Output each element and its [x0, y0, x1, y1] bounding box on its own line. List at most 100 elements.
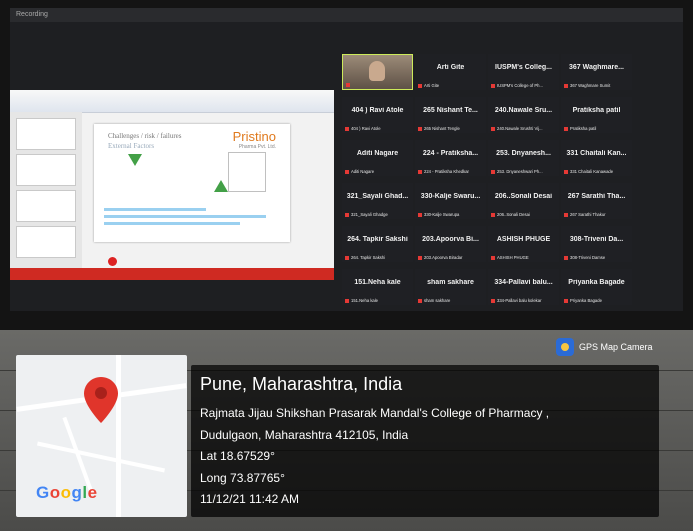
mic-muted-icon	[491, 212, 495, 217]
logo-subtitle: Pharma Pvt. Ltd.	[238, 144, 276, 150]
participant-tile[interactable]: 404 ) Ravi Atole 404 ) Ravi Atole	[342, 97, 413, 133]
mic-muted-icon	[564, 255, 568, 260]
participant-tile[interactable]: 240.Nawale Sru... 240.Nawale Srushti Vij.…	[488, 97, 559, 133]
participant-label: 321_Sayali Ghadge	[345, 212, 411, 217]
participant-label-text: Aditi Nagare	[351, 169, 375, 174]
factors-box	[228, 152, 266, 192]
participant-label: 151.Neha kale	[345, 298, 411, 303]
participant-label-text: Priyanka Bagade	[570, 298, 602, 303]
gps-camera-badge: GPS Map Camera	[556, 337, 653, 357]
slide-thumbnail[interactable]	[16, 118, 76, 150]
participant-name: ASHISH PHUGE	[496, 236, 551, 243]
slide-bullets	[104, 208, 274, 234]
participant-tile[interactable]: Priyanka Bagade Priyanka Bagade	[561, 269, 632, 305]
participant-name: 265 Nishant Te...	[423, 107, 478, 114]
participant-label: 203.Apoorva Biradar	[418, 255, 484, 260]
company-logo: Pristino Pharma Pvt. Ltd.	[233, 129, 276, 150]
participant-tile[interactable]: sham sakhare sham sakhare	[415, 269, 486, 305]
participant-label: ASHISH PHUGE	[491, 255, 557, 260]
mic-muted-icon	[564, 83, 568, 88]
participant-label-text: 331 Chaitali Kanawade	[570, 169, 614, 174]
photo-scene: Recording Challenges / risk / failures E…	[0, 0, 693, 531]
participant-tile[interactable]: ASHISH PHUGE ASHISH PHUGE	[488, 226, 559, 262]
participant-label-text: 240.Nawale Srushti Vij...	[497, 126, 543, 131]
participant-name: 253. Dnyanesh...	[496, 150, 551, 157]
map-pin-icon	[84, 377, 118, 423]
participant-tile[interactable]: 321_Sayali Ghad... 321_Sayali Ghadge	[342, 183, 413, 219]
participant-tile[interactable]: Aditi Nagare Aditi Nagare	[342, 140, 413, 176]
participant-name: Pratiksha patil	[572, 107, 621, 114]
participant-tile[interactable]: 367 Waghmare... 367 Waghmare Sumit	[561, 54, 632, 90]
participant-tile[interactable]: 206..Sonali Desai 206..Sonali Desai	[488, 183, 559, 219]
bullet-line	[104, 222, 240, 225]
participant-name: Arti Gite	[436, 64, 465, 71]
participant-tile[interactable]: Arti Gite Arti Gite	[415, 54, 486, 90]
window-titlebar: Recording	[10, 8, 683, 22]
participant-label-text: 404 ) Ravi Atole	[351, 126, 381, 131]
participant-label: 265 Nishant Tengle	[418, 126, 484, 131]
participant-name: 367 Waghmare...	[569, 64, 624, 71]
participant-name: Priyanka Bagade	[568, 279, 625, 286]
mic-muted-icon	[345, 298, 349, 303]
participant-video-feed	[369, 61, 385, 81]
participant-tile[interactable]: 331 Chaitali Kan... 331 Chaitali Kanawade	[561, 140, 632, 176]
participant-tile[interactable]: 253. Dnyanesh... 253. Dnyaneshwari Ph...	[488, 140, 559, 176]
up-arrow-icon	[214, 180, 228, 192]
participant-tile[interactable]: 203.Apoorva Bi... 203.Apoorva Biradar	[415, 226, 486, 262]
logo-wordmark: Pristino	[232, 129, 276, 144]
mic-muted-icon	[345, 169, 349, 174]
participant-tile[interactable]: 224 - Pratiksha... 224 - Pratiksha Khedka…	[415, 140, 486, 176]
participant-label: Aditi Nagare	[345, 169, 411, 174]
participant-label-text: 367 Waghmare Sumit	[570, 83, 611, 88]
participant-label	[346, 82, 410, 87]
mic-muted-icon	[491, 83, 495, 88]
google-logo: Google	[36, 483, 98, 503]
participant-label: 330-Kalje Swarupa	[418, 212, 484, 217]
participant-name: IUSPM's Colleg...	[495, 64, 552, 71]
participant-label-text: 334-Pallavi balu kolekar	[497, 298, 542, 303]
location-map: Google	[16, 355, 187, 517]
participant-tile[interactable]: Pratiksha patil Pratiksha patil	[561, 97, 632, 133]
participant-tile[interactable]: 264. Tapkir Sakshi 264. Tapkir Sakshi	[342, 226, 413, 262]
participant-label-text: 203.Apoorva Biradar	[424, 255, 463, 260]
participant-label: 264. Tapkir Sakshi	[345, 255, 411, 260]
mic-muted-icon	[418, 212, 422, 217]
slide-thumbnail[interactable]	[16, 190, 76, 222]
latitude: Lat 18.67529°	[200, 449, 275, 463]
participant-name: 331 Chaitali Kan...	[566, 150, 627, 157]
participant-tile[interactable]: 265 Nishant Te... 265 Nishant Tengle	[415, 97, 486, 133]
participant-tile[interactable]: 308-Triveni Da... 308-Triveni Damse	[561, 226, 632, 262]
slide-thumbnail[interactable]	[16, 226, 76, 258]
down-arrow-icon	[128, 154, 142, 166]
participant-label-text: 151.Neha kale	[351, 298, 379, 303]
mic-muted-icon	[564, 212, 568, 217]
slide-thumbnail[interactable]	[16, 154, 76, 186]
participant-name: 224 - Pratiksha...	[422, 150, 479, 157]
participant-tile[interactable]: 334-Pallavi balu... 334-Pallavi balu kole…	[488, 269, 559, 305]
participant-tile[interactable]: 267 Sarathi Tha... 267 Sarathi Thakur	[561, 183, 632, 219]
participant-name: 330-Kalje Swaru...	[420, 193, 481, 200]
slide-title: Challenges / risk / failures External Fa…	[108, 132, 181, 150]
participant-label: 253. Dnyaneshwari Ph...	[491, 169, 557, 174]
participant-label: 267 Sarathi Thakur	[564, 212, 630, 217]
participant-label-text: 224 - Pratiksha Khedkar	[424, 169, 469, 174]
slide-subtitle: External Factors	[108, 142, 155, 150]
map-road	[37, 441, 165, 473]
slide-canvas: Challenges / risk / failures External Fa…	[94, 124, 290, 242]
slide-thumbnails	[10, 112, 82, 280]
participant-tile[interactable]: 151.Neha kale 151.Neha kale	[342, 269, 413, 305]
participant-name: 308-Triveni Da...	[569, 236, 624, 243]
participant-name: 267 Sarathi Tha...	[567, 193, 626, 200]
participant-name: 240.Nawale Sru...	[494, 107, 553, 114]
participant-label: 367 Waghmare Sumit	[564, 83, 630, 88]
mic-muted-icon	[491, 255, 495, 260]
participant-video-tile[interactable]	[342, 54, 413, 90]
location-title: Pune, Maharashtra, India	[200, 374, 403, 394]
participant-tile[interactable]: IUSPM's Colleg... IUSPM's College of Ph..…	[488, 54, 559, 90]
participant-label: IUSPM's College of Ph...	[491, 83, 557, 88]
bullet-line	[104, 215, 266, 218]
participant-tile[interactable]: 330-Kalje Swaru... 330-Kalje Swarupa	[415, 183, 486, 219]
slide-title-text: Challenges / risk / failures	[108, 132, 182, 140]
participant-label: 308-Triveni Damse	[564, 255, 630, 260]
participant-label-text: 308-Triveni Damse	[570, 255, 606, 260]
